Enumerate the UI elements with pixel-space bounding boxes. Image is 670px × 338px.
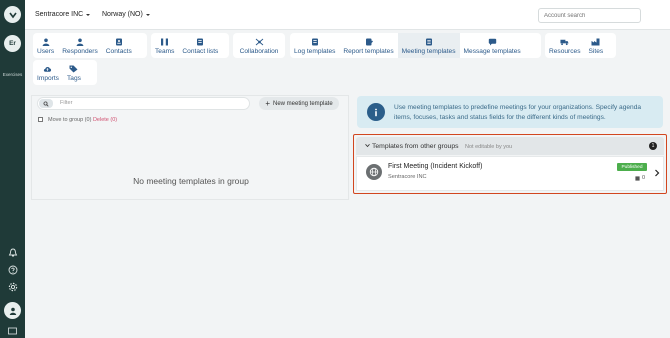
tab-label: Users xyxy=(37,48,55,55)
tab-collaboration[interactable]: Collaboration xyxy=(233,33,285,58)
bulk-actions: Move to group (0) Delete (0) xyxy=(48,117,117,123)
new-button-label: New meeting template xyxy=(272,100,333,107)
tab-contact-lists[interactable]: Contact lists xyxy=(178,33,222,58)
chevron-down-icon xyxy=(145,13,150,16)
filter-placeholder: Filter xyxy=(60,100,73,106)
chevron-right-icon[interactable] xyxy=(654,169,660,177)
nav-group-people: Users Responders Contacts xyxy=(33,33,147,58)
empty-state-text: No meeting templates in group xyxy=(133,176,249,186)
tab-message-templates[interactable]: Message templates xyxy=(460,33,525,58)
delete-link[interactable]: Delete (0) xyxy=(93,117,117,123)
chevron-down-icon[interactable] xyxy=(365,143,370,148)
tab-label: Responders xyxy=(62,48,98,55)
responder-icon xyxy=(76,37,85,46)
log-icon xyxy=(310,37,319,46)
nav-group-templates: Log templates Report templates Meeting t… xyxy=(290,33,541,58)
help-icon[interactable] xyxy=(6,263,19,276)
contact-list-icon xyxy=(196,37,205,46)
tab-label: Sites xyxy=(588,48,604,55)
tab-responders[interactable]: Responders xyxy=(58,33,102,58)
tab-sites[interactable]: Sites xyxy=(585,33,608,58)
search-icon[interactable] xyxy=(39,99,53,108)
tab-teams[interactable]: Teams xyxy=(151,33,178,58)
contact-card-icon xyxy=(114,37,123,46)
template-org: Sentracore INC xyxy=(388,174,427,180)
tab-tags[interactable]: Tags xyxy=(63,60,85,85)
new-meeting-template-button[interactable]: + New meeting template xyxy=(259,97,339,110)
nav-group-data: Imports Tags xyxy=(33,60,97,85)
other-groups-title: Templates from other groups xyxy=(372,143,459,150)
meeting-icon xyxy=(424,37,433,46)
app-logo-icon[interactable] xyxy=(4,6,21,23)
template-count-value: 0 xyxy=(642,175,646,181)
teams-icon xyxy=(160,37,169,46)
tab-label: Collaboration xyxy=(239,48,279,55)
tab-log-templates[interactable]: Log templates xyxy=(290,33,339,58)
tab-label: Message templates xyxy=(463,48,521,55)
bell-icon[interactable] xyxy=(6,246,19,259)
region-dropdown[interactable]: Norway (NO) xyxy=(102,11,150,18)
tab-label: Resources xyxy=(549,48,581,55)
tab-meeting-templates[interactable]: Meeting templates xyxy=(397,33,460,58)
tab-label: Meeting templates xyxy=(401,48,456,55)
window-icon[interactable] xyxy=(6,324,19,337)
tab-imports[interactable]: Imports xyxy=(33,60,63,85)
other-groups-subtitle: Not editable by you xyxy=(465,144,513,150)
tab-label: Teams xyxy=(155,48,175,55)
users-icon xyxy=(41,37,50,46)
factory-icon xyxy=(591,37,600,46)
nav-group-teams: Teams Contact lists xyxy=(151,33,229,58)
truck-icon xyxy=(560,37,569,46)
select-all-checkbox[interactable] xyxy=(38,117,43,122)
globe-icon xyxy=(366,164,382,180)
org-dropdown[interactable]: Sentracore INC xyxy=(35,11,91,18)
info-text: Use meeting templates to predefine meeti… xyxy=(394,104,642,121)
cloud-upload-icon xyxy=(43,64,52,73)
region-dropdown-label: Norway (NO) xyxy=(102,11,143,18)
tab-label: Report templates xyxy=(343,48,394,55)
template-count: 0 xyxy=(635,175,645,181)
move-to-group-link[interactable]: Move to group (0) xyxy=(48,117,91,123)
tab-label: Contacts xyxy=(105,48,132,55)
left-rail: Er Exercises xyxy=(0,0,25,338)
org-dropdown-label: Sentracore INC xyxy=(35,11,84,18)
tab-label: Tags xyxy=(66,75,81,82)
nav-group-assets: Resources Sites xyxy=(545,33,616,58)
tag-icon xyxy=(69,64,78,73)
status-badge: Published xyxy=(617,163,647,171)
tab-label: Log templates xyxy=(294,48,336,55)
tab-users[interactable]: Users xyxy=(33,33,58,58)
tab-label: Imports xyxy=(37,75,59,82)
plus-icon: + xyxy=(265,98,270,108)
tab-resources[interactable]: Resources xyxy=(545,33,585,58)
checklist-icon xyxy=(635,175,640,181)
collaboration-icon xyxy=(255,37,264,46)
report-icon xyxy=(364,37,373,46)
exercises-label: Exercises xyxy=(2,72,23,77)
account-search-input[interactable] xyxy=(538,8,641,23)
message-icon xyxy=(488,37,497,46)
exercises-avatar[interactable]: Er xyxy=(4,35,21,52)
other-groups-count-badge: 1 xyxy=(649,142,657,150)
gear-icon[interactable] xyxy=(6,280,19,293)
info-icon xyxy=(367,103,385,121)
chevron-down-icon xyxy=(86,13,91,16)
template-title[interactable]: First Meeting (Incident Kickoff) xyxy=(388,163,482,170)
tab-label: Contact lists xyxy=(182,48,219,55)
user-avatar-icon[interactable] xyxy=(4,302,21,319)
tab-contacts[interactable]: Contacts xyxy=(102,33,136,58)
tab-report-templates[interactable]: Report templates xyxy=(339,33,397,58)
nav-group-collaboration: Collaboration xyxy=(233,33,285,58)
